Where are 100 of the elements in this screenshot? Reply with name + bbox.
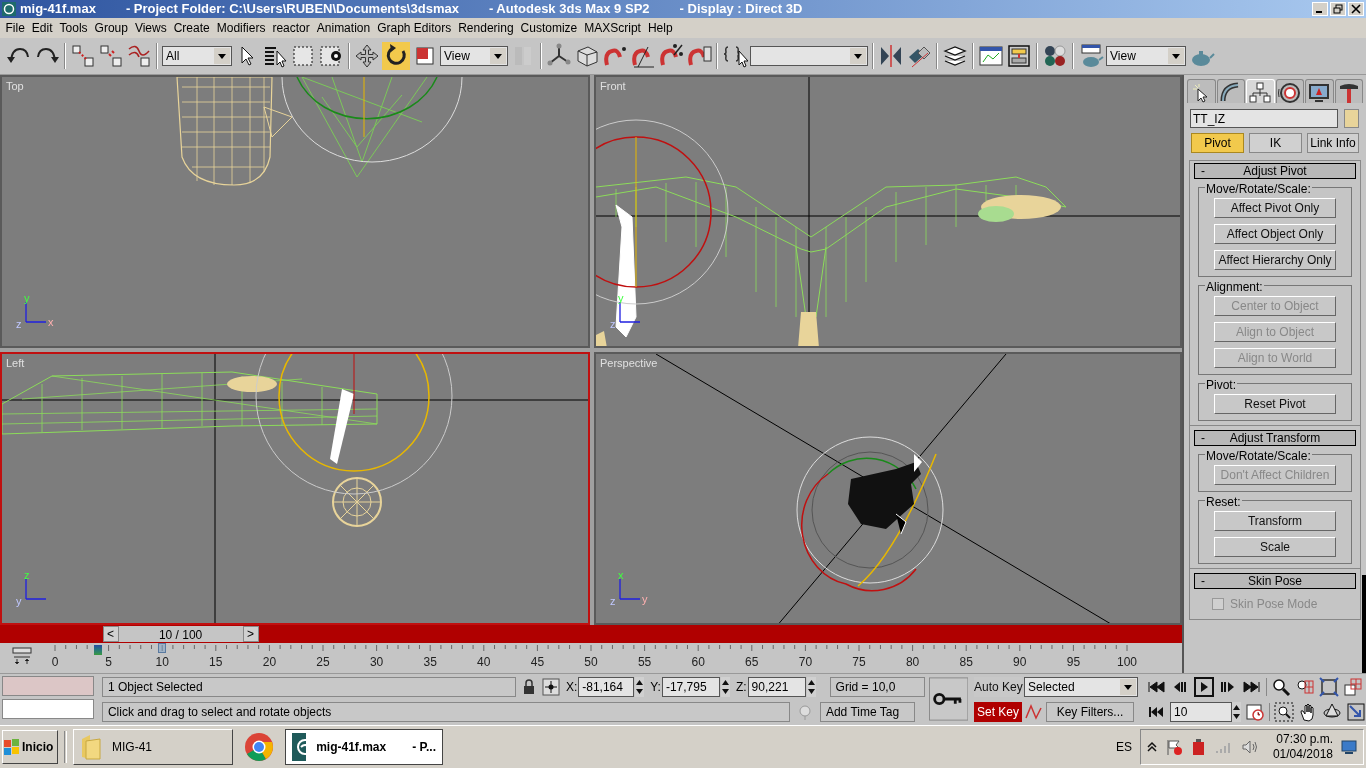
menu-item[interactable]: Create [170, 19, 214, 37]
next-frame-button[interactable]: > [242, 626, 259, 642]
motion-tab[interactable] [1275, 79, 1304, 103]
restore-icon[interactable] [1330, 2, 1346, 16]
panel-button[interactable]: Affect Pivot Only [1214, 198, 1336, 218]
region-zoom-icon[interactable] [1274, 702, 1294, 722]
maximize-viewport-icon[interactable] [1346, 702, 1366, 722]
menu-item[interactable]: Customize [517, 19, 581, 37]
clock-time[interactable]: 07:30 p.m. [1276, 732, 1333, 747]
key-set-dropdown[interactable]: Selected [1024, 677, 1138, 697]
caret-icon[interactable] [850, 48, 866, 64]
show-desktop-icon[interactable] [1341, 740, 1357, 754]
key-marker[interactable] [94, 645, 102, 655]
named-selection-dropdown[interactable] [750, 46, 868, 66]
coordinate-field[interactable]: -17,795 [661, 677, 720, 697]
mini-curve-editor-icon[interactable] [12, 647, 32, 665]
battery-icon[interactable] [1190, 738, 1207, 756]
menu-item[interactable]: Help [644, 19, 677, 37]
rollout-header[interactable]: - Adjust Transform [1194, 430, 1356, 446]
show-hidden-icons-icon[interactable] [1146, 741, 1157, 753]
reference-coordinate-dropdown[interactable]: View [440, 46, 508, 66]
window-crossing-icon[interactable] [318, 43, 344, 69]
time-slider-track[interactable]: < 10 / 100 > [0, 625, 1182, 643]
panel-button[interactable]: Reset Pivot [1214, 394, 1336, 414]
subpanel-button[interactable]: Pivot [1191, 133, 1244, 153]
taskbar-button[interactable]: MIG-41 [73, 729, 233, 765]
hierarchy-tab[interactable] [1246, 79, 1275, 103]
caret-icon[interactable] [214, 48, 230, 64]
previous-frame-button[interactable]: < [102, 626, 119, 642]
menu-item[interactable]: Modifiers [213, 19, 269, 37]
modify-tab[interactable] [1216, 79, 1245, 103]
set-key-button[interactable]: Set Key [974, 702, 1022, 722]
start-button[interactable]: Inicio [2, 730, 58, 764]
spinner-icon[interactable] [720, 677, 730, 697]
menu-item[interactable]: Tools [56, 19, 92, 37]
menu-item[interactable]: Group [91, 19, 132, 37]
mirror-icon[interactable] [878, 43, 904, 69]
create-tab[interactable] [1187, 79, 1216, 103]
zoom-icon[interactable] [1271, 677, 1291, 697]
object-color-swatch[interactable] [1344, 109, 1359, 128]
flag-icon[interactable] [1164, 738, 1183, 756]
bind-space-warp-icon[interactable] [126, 43, 152, 69]
move-icon[interactable] [354, 43, 380, 69]
subpanel-button[interactable]: IK [1249, 133, 1302, 153]
time-configuration-icon[interactable] [1245, 702, 1265, 722]
material-editor-icon[interactable] [1042, 43, 1068, 69]
selection-filter-dropdown[interactable]: All [162, 46, 232, 66]
panel-button[interactable]: Transform [1214, 511, 1336, 531]
display-tab[interactable] [1305, 79, 1334, 103]
current-frame-field[interactable]: 10 [1170, 702, 1232, 722]
maxscript-listener-field[interactable] [2, 676, 94, 696]
object-name-field[interactable]: TT_IZ [1190, 109, 1338, 128]
absolute-mode-icon[interactable] [541, 678, 560, 696]
spinner-icon[interactable] [806, 677, 816, 697]
close-icon[interactable] [1348, 2, 1364, 16]
subpanel-button[interactable]: Link Info [1307, 133, 1359, 153]
render-scene-icon[interactable] [1078, 43, 1104, 69]
rollout-header[interactable]: - Adjust Pivot [1194, 163, 1356, 179]
curve-editor-icon[interactable] [978, 43, 1004, 69]
utilities-tab[interactable] [1334, 79, 1363, 103]
zoom-extents-icon[interactable] [1319, 677, 1339, 697]
lock-icon[interactable] [521, 679, 536, 695]
taskbar-button[interactable]: mig-41f.max - P... [285, 729, 443, 765]
key-filters-button[interactable]: Key Filters... [1046, 702, 1134, 722]
add-time-tag-button[interactable]: Add Time Tag [819, 702, 915, 722]
menu-item[interactable]: Rendering [454, 19, 518, 37]
menu-item[interactable]: reactor [268, 19, 314, 37]
key-tangent-icon[interactable] [1024, 702, 1044, 722]
panel-button[interactable]: Affect Hierarchy Only [1214, 250, 1336, 270]
edit-named-selection-icon[interactable] [722, 43, 748, 69]
menu-item[interactable]: File [2, 19, 29, 37]
maxscript-input-field[interactable] [2, 699, 94, 719]
caret-icon[interactable] [1168, 48, 1184, 64]
language-indicator[interactable]: ES [1115, 738, 1132, 756]
panel-button[interactable]: Scale [1214, 537, 1336, 557]
spinner-icon[interactable] [1232, 702, 1241, 722]
link-icon[interactable] [70, 43, 96, 69]
caret-icon[interactable] [1120, 679, 1136, 695]
menu-item[interactable]: Edit [28, 19, 57, 37]
coordinate-field[interactable]: -81,164 [578, 677, 635, 697]
time-slider[interactable]: < 10 / 100 > [102, 626, 259, 642]
menu-item[interactable]: Animation [313, 19, 374, 37]
menu-item[interactable]: MAXScript [580, 19, 645, 37]
menu-item[interactable]: Views [131, 19, 171, 37]
zoom-extents-all-icon[interactable] [1343, 677, 1363, 697]
coordinate-field[interactable]: 90,221 [747, 677, 806, 697]
zoom-all-icon[interactable] [1295, 677, 1315, 697]
play-icon[interactable] [1194, 677, 1214, 697]
spinner-icon[interactable] [635, 677, 645, 697]
speaker-icon[interactable] [1240, 739, 1259, 755]
rotate-icon[interactable] [382, 42, 410, 70]
key-icon[interactable] [928, 676, 968, 722]
clock-date[interactable]: 01/04/2018 [1272, 747, 1333, 762]
render-type-dropdown[interactable]: View [1106, 46, 1186, 66]
caret-icon[interactable] [490, 48, 506, 64]
unlink-icon[interactable] [98, 43, 124, 69]
panel-button[interactable]: Affect Object Only [1214, 224, 1336, 244]
menu-item[interactable]: Graph Editors [373, 19, 455, 37]
rollout-header[interactable]: - Skin Pose [1194, 573, 1356, 589]
schematic-view-icon[interactable] [1006, 43, 1032, 69]
